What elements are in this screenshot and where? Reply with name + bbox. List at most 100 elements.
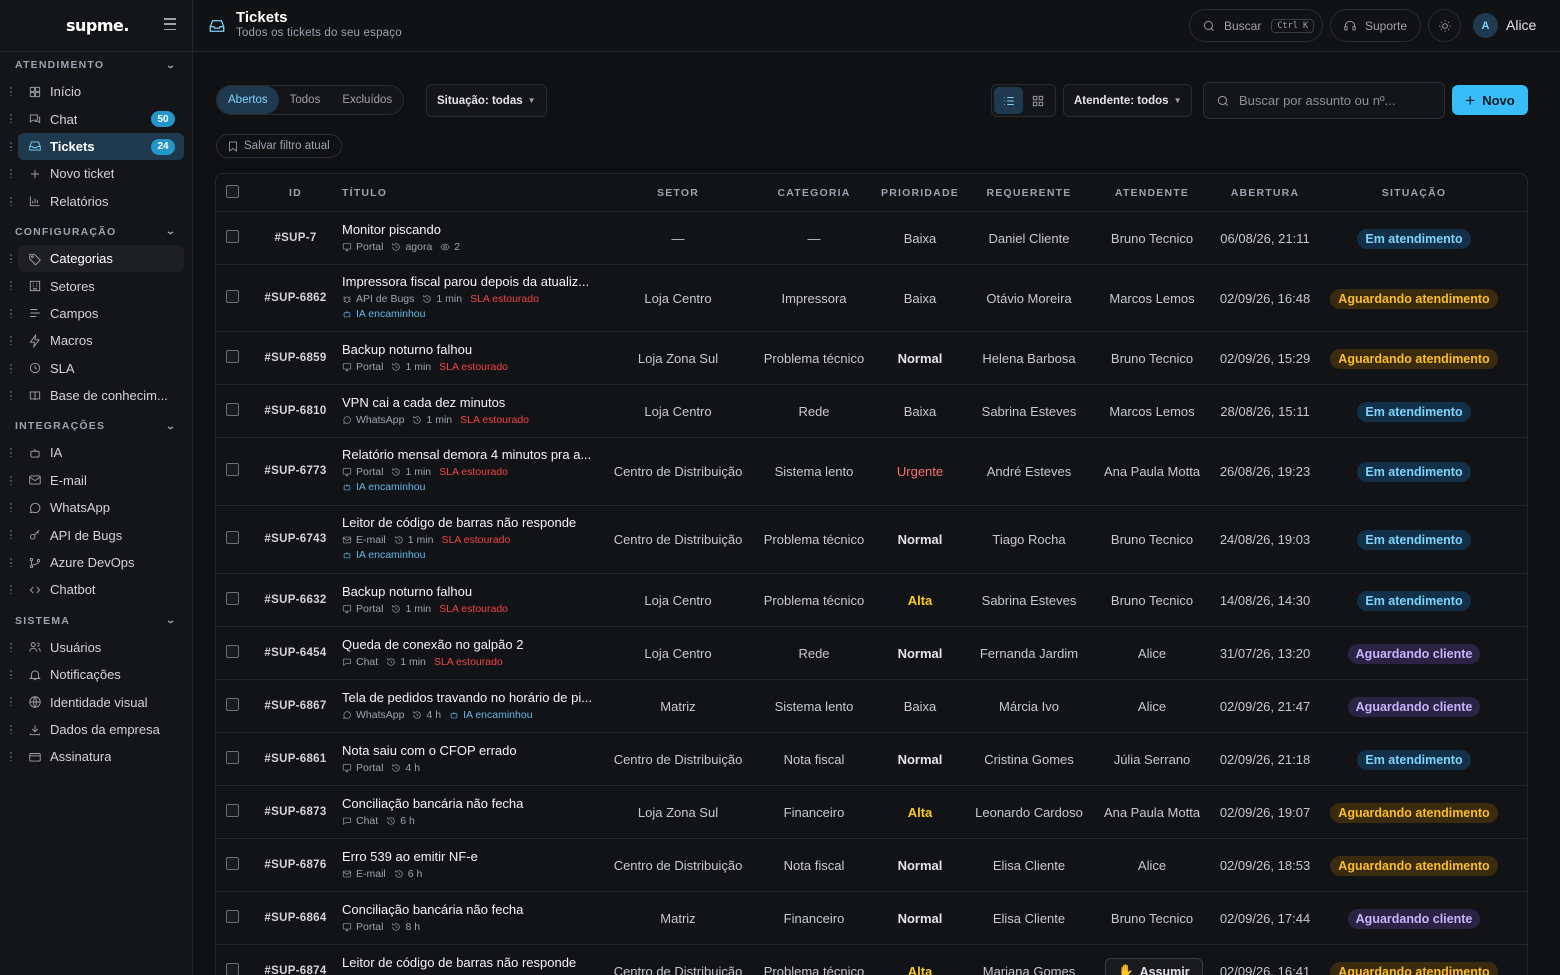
status-badge[interactable]: Em atendimento: [1357, 462, 1471, 482]
drag-handle-icon[interactable]: [9, 529, 13, 540]
status-badge[interactable]: Aguardando atendimento: [1330, 288, 1498, 309]
table-row[interactable]: #SUP-6862 Impressora fiscal parou depois…: [216, 265, 1527, 332]
sidebar-item-2-globe[interactable]: Identidade visual: [9, 688, 184, 715]
ticket-title[interactable]: VPN cai a cada dez minutos: [342, 395, 597, 410]
column-header-atendente[interactable]: ATENDENTE: [1093, 187, 1211, 199]
row-checkbox[interactable]: [226, 803, 239, 817]
sidebar-item-3-zap[interactable]: Macros: [9, 327, 184, 354]
drag-handle-icon[interactable]: [9, 751, 13, 762]
sidebar-item-3-plus[interactable]: Novo ticket: [9, 160, 184, 187]
table-row[interactable]: #SUP-6867 Tela de pedidos travando no ho…: [216, 680, 1527, 733]
drag-handle-icon[interactable]: [9, 195, 13, 206]
ticket-id[interactable]: #SUP-6454: [258, 647, 333, 659]
row-checkbox[interactable]: [226, 909, 239, 923]
drag-handle-icon[interactable]: [9, 335, 13, 346]
sidebar-item-4-bar-chart[interactable]: Relatórios: [9, 188, 184, 215]
status-badge[interactable]: Aguardando atendimento: [1330, 961, 1498, 975]
status-filter-dropdown[interactable]: Situação: todas ▼: [426, 84, 547, 117]
status-badge[interactable]: Em atendimento: [1357, 530, 1471, 550]
sidebar-item-4-card[interactable]: Assinatura: [9, 743, 184, 770]
sidebar-item-1-bell[interactable]: Notificações: [9, 661, 184, 688]
sidebar-item-4-clock[interactable]: SLA: [9, 355, 184, 382]
global-search-button[interactable]: Buscar Ctrl K: [1189, 9, 1323, 42]
ticket-title[interactable]: Backup noturno falhou: [342, 584, 597, 599]
user-name[interactable]: Alice: [1506, 17, 1536, 33]
sidebar-item-1-chat[interactable]: Chat 50: [9, 105, 184, 132]
table-row[interactable]: #SUP-6864 Conciliação bancária não fecha…: [216, 892, 1527, 945]
ticket-id[interactable]: #SUP-6864: [258, 912, 333, 924]
column-header-setor[interactable]: SETOR: [603, 187, 753, 199]
ticket-id[interactable]: #SUP-6862: [258, 292, 333, 304]
ticket-search-input[interactable]: [1239, 93, 1429, 108]
table-row[interactable]: #SUP-6773 Relatório mensal demora 4 minu…: [216, 438, 1527, 506]
support-button[interactable]: Suporte: [1330, 9, 1421, 42]
ticket-id[interactable]: #SUP-6876: [258, 859, 333, 871]
save-filter-button[interactable]: Salvar filtro atual: [216, 134, 342, 158]
sidebar-item-5-code[interactable]: Chatbot: [9, 576, 184, 603]
status-badge[interactable]: Aguardando atendimento: [1330, 802, 1498, 823]
status-badge[interactable]: Aguardando atendimento: [1330, 348, 1498, 369]
avatar[interactable]: A: [1473, 13, 1498, 38]
sidebar-section-header[interactable]: CONFIGURAÇÃO ⌄: [0, 219, 192, 245]
ticket-title[interactable]: Leitor de código de barras não responde: [342, 515, 597, 530]
row-checkbox[interactable]: [226, 962, 239, 975]
status-badge[interactable]: Em atendimento: [1357, 749, 1471, 770]
column-header-abertura[interactable]: ABERTURA: [1211, 187, 1319, 199]
drag-handle-icon[interactable]: [9, 168, 13, 179]
drag-handle-icon[interactable]: [9, 307, 13, 318]
ticket-title[interactable]: Nota saiu com o CFOP errado: [342, 743, 597, 758]
tab-abertos[interactable]: Abertos: [217, 86, 279, 114]
table-row[interactable]: #SUP-6632 Backup noturno falhou Portal 1 …: [216, 574, 1527, 627]
sidebar-section-header[interactable]: SISTEMA ⌄: [0, 608, 192, 634]
ticket-id[interactable]: #SUP-6861: [258, 753, 333, 765]
app-logo[interactable]: supme.: [66, 16, 129, 35]
status-badge[interactable]: Aguardando cliente: [1347, 908, 1481, 929]
drag-handle-icon[interactable]: [9, 362, 13, 373]
column-header-requerente[interactable]: REQUERENTE: [965, 187, 1093, 199]
drag-handle-icon[interactable]: [9, 113, 13, 124]
ticket-title[interactable]: Monitor piscando: [342, 222, 597, 237]
row-checkbox[interactable]: [226, 531, 239, 544]
drag-handle-icon[interactable]: [9, 696, 13, 707]
drag-handle-icon[interactable]: [9, 556, 13, 567]
sidebar-item-0-tag[interactable]: Categorias: [9, 244, 184, 273]
table-row[interactable]: #SUP-6743 Leitor de código de barras não…: [216, 506, 1527, 574]
drag-handle-icon[interactable]: [9, 641, 13, 652]
status-badge[interactable]: Em atendimento: [1357, 590, 1471, 611]
column-header-situacao[interactable]: SITUAÇÃO: [1319, 187, 1509, 199]
row-checkbox[interactable]: [226, 856, 239, 870]
theme-toggle-button[interactable]: [1428, 9, 1461, 42]
table-row[interactable]: #SUP-6810 VPN cai a cada dez minutos Wha…: [216, 385, 1527, 438]
table-row[interactable]: #SUP-6876 Erro 539 ao emitir NF-e E-mail…: [216, 839, 1527, 892]
ticket-title[interactable]: Conciliação bancária não fecha: [342, 902, 597, 917]
tab-excluidos[interactable]: Excluídos: [331, 86, 403, 114]
sidebar-section-header[interactable]: ATENDIMENTO ⌄: [0, 52, 192, 78]
ticket-title[interactable]: Impressora fiscal parou depois da atuali…: [342, 274, 597, 289]
sidebar-item-5-book[interactable]: Base de conhecim...: [9, 382, 184, 409]
list-view-button[interactable]: [994, 87, 1023, 114]
drag-handle-icon[interactable]: [9, 140, 13, 151]
column-header-prioridade[interactable]: PRIORIDADE: [875, 187, 965, 199]
ticket-title[interactable]: Conciliação bancária não fecha: [342, 796, 597, 811]
table-row[interactable]: #SUP-6859 Backup noturno falhou Portal 1 …: [216, 332, 1527, 385]
sidebar-item-0-grid[interactable]: Início: [9, 78, 184, 105]
drag-handle-icon[interactable]: [9, 502, 13, 513]
row-checkbox[interactable]: [226, 289, 239, 303]
ticket-title[interactable]: Leitor de código de barras não responde: [342, 955, 597, 970]
status-badge[interactable]: Aguardando cliente: [1347, 696, 1481, 717]
sidebar-item-1-building[interactable]: Setores: [9, 272, 184, 299]
ticket-id[interactable]: #SUP-6867: [258, 700, 333, 712]
table-row[interactable]: #SUP-6454 Queda de conexão no galpão 2 C…: [216, 627, 1527, 680]
menu-toggle-icon[interactable]: [164, 18, 176, 30]
sidebar-item-2-inbox[interactable]: Tickets 24: [9, 132, 184, 161]
ticket-id[interactable]: #SUP-6810: [258, 405, 333, 417]
drag-handle-icon[interactable]: [9, 474, 13, 485]
status-badge[interactable]: Aguardando cliente: [1347, 643, 1481, 664]
sidebar-section-header[interactable]: INTEGRAÇÕES ⌄: [0, 413, 192, 439]
ticket-id[interactable]: #SUP-6773: [258, 465, 333, 477]
row-checkbox[interactable]: [226, 349, 239, 363]
ticket-id[interactable]: #SUP-6873: [258, 806, 333, 818]
ticket-title[interactable]: Backup noturno falhou: [342, 342, 597, 357]
drag-handle-icon[interactable]: [9, 669, 13, 680]
ticket-id[interactable]: #SUP-6743: [258, 533, 333, 545]
